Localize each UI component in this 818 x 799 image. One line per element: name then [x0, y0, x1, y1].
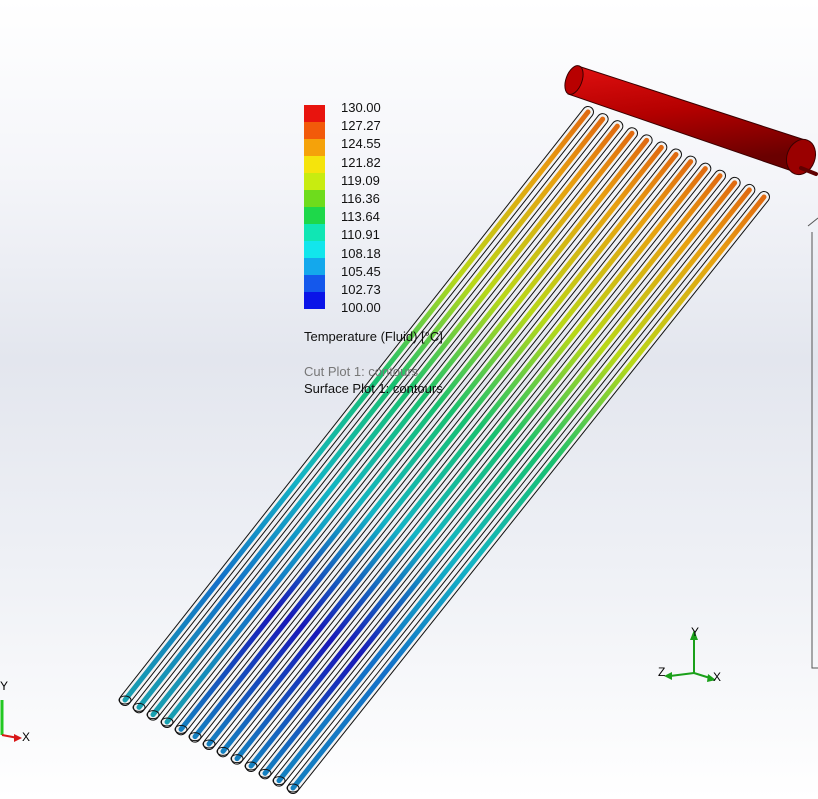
legend-swatch — [304, 292, 325, 309]
cut-plot-label: Cut Plot 1: contours — [304, 364, 419, 379]
temperature-legend: 130.00 127.27 124.55 121.82 119.09 116.36 113.… — [304, 100, 484, 400]
legend-value: 100.00 — [341, 300, 381, 316]
legend-value: 116.36 — [341, 191, 380, 206]
legend-value: 113.64 — [341, 209, 380, 225]
view-orientation-triad: Y X Z — [658, 625, 721, 684]
legend-value: 110.91 — [341, 227, 380, 243]
legend-value: 105.45 — [341, 263, 381, 279]
triad-x-label: X — [713, 670, 721, 684]
legend-swatch — [304, 190, 325, 207]
legend-swatch — [304, 173, 325, 190]
stand-frame — [807, 217, 818, 669]
legend-title: Temperature (Fluid) [°C] — [304, 329, 443, 344]
legend-value: 127.27 — [341, 118, 381, 134]
mini-triad-x-label: X — [22, 730, 30, 744]
triad-y-label: Y — [691, 625, 699, 639]
legend-swatch — [304, 258, 325, 275]
legend-value: 119.09 — [341, 172, 380, 188]
triad-z-label: Z — [658, 665, 665, 679]
legend-swatch — [304, 156, 325, 173]
legend-value: 121.82 — [341, 154, 381, 170]
legend-swatch — [304, 224, 325, 241]
legend-value: 124.55 — [341, 136, 381, 152]
legend-value: 102.73 — [341, 282, 381, 297]
mini-triad-y-label: Y — [0, 679, 8, 693]
legend-value: 130.00 — [341, 100, 381, 115]
reference-triad: Y X — [0, 679, 30, 744]
legend-swatch — [304, 241, 325, 258]
legend-swatch — [304, 207, 325, 224]
legend-value: 108.18 — [341, 245, 381, 261]
legend-swatch — [304, 122, 325, 139]
surface-plot-label: Surface Plot 1: contours — [304, 381, 443, 396]
legend-swatch — [304, 275, 325, 292]
legend-swatch — [304, 105, 325, 122]
legend-swatch — [304, 139, 325, 156]
